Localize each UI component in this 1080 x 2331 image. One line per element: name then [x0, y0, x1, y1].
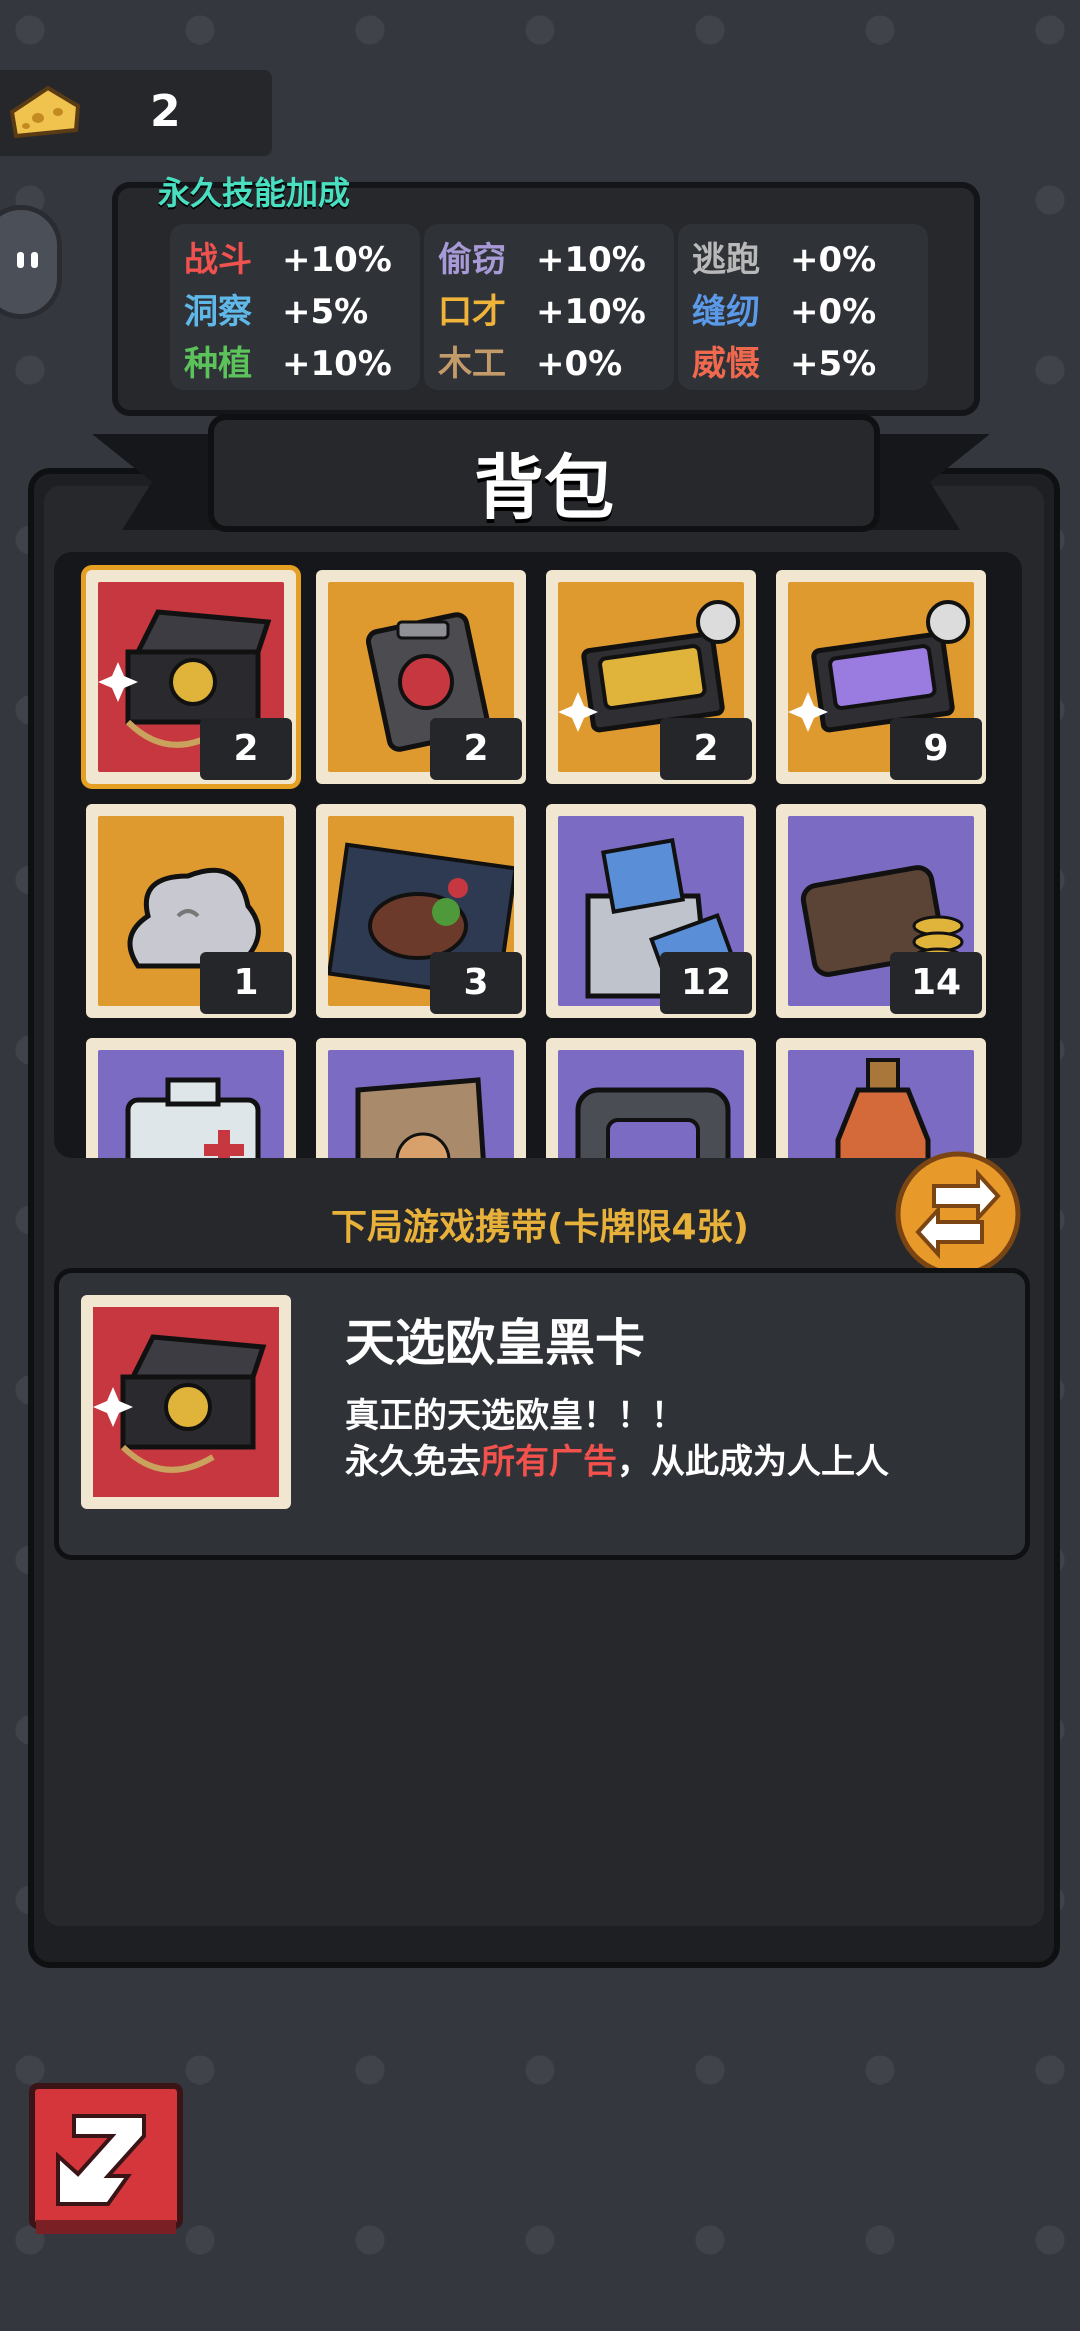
cheese-icon	[8, 82, 82, 142]
detail-item-card	[81, 1295, 291, 1509]
case-icon	[558, 1050, 744, 1158]
skill-bonus-title: 永久技能加成	[158, 174, 351, 212]
item-card-black-card[interactable]: 2	[86, 570, 296, 784]
item-count: 9	[890, 718, 982, 780]
swap-icon	[895, 1151, 1021, 1277]
item-card-pillow[interactable]: 1	[86, 804, 296, 1018]
item-count: 12	[660, 952, 752, 1014]
back-arrow-icon	[29, 2083, 183, 2234]
mouse-face-icon	[15, 250, 41, 270]
skill-name: 缝纫	[692, 292, 760, 332]
paper-bag-icon	[328, 1050, 514, 1158]
skill-row: 战斗 +10%	[184, 232, 392, 282]
skill-row: 偷窃 +10%	[438, 232, 646, 282]
item-count: 14	[890, 952, 982, 1014]
item-card-gold-box[interactable]: 2	[546, 570, 756, 784]
bag-title: 背包	[474, 447, 614, 529]
skill-name: 偷窃	[438, 240, 506, 280]
skill-name: 洞察	[184, 292, 252, 332]
skill-value: +0%	[790, 292, 877, 332]
detail-desc-line1: 真正的天选欧皇！！！	[345, 1396, 685, 1436]
item-card-pack[interactable]: 2	[316, 570, 526, 784]
item-grid[interactable]: 2 2 2 9 1 3 12 14	[54, 552, 1022, 1158]
skill-column-1: 战斗 +10% 洞察 +5% 种植 +10%	[170, 224, 420, 390]
skill-name: 威慑	[692, 344, 760, 384]
desc-highlight: 所有广告	[481, 1442, 617, 1482]
item-card-wallet[interactable]: 14	[776, 804, 986, 1018]
item-card-purple-box[interactable]: 9	[776, 570, 986, 784]
swap-button[interactable]	[894, 1150, 1022, 1278]
skill-row: 洞察 +5%	[184, 284, 368, 334]
skill-bonus-panel: 永久技能加成 战斗 +10% 洞察 +5% 种植 +10% 偷窃 +10% 口才 +10%…	[112, 174, 980, 416]
item-card-paper-bag[interactable]	[316, 1038, 526, 1158]
bottle-icon	[788, 1050, 974, 1158]
detail-desc-line2: 永久免去所有广告，从此成为人上人	[345, 1439, 889, 1485]
medkit-icon	[98, 1050, 284, 1158]
detail-item-name: 天选欧皇黑卡	[345, 1314, 645, 1372]
skill-value: +10%	[536, 292, 646, 332]
desc-text: ，从此成为人上人	[617, 1442, 889, 1482]
side-menu-button[interactable]	[0, 205, 62, 319]
desc-text: 永久免去	[345, 1442, 481, 1482]
skill-name: 种植	[184, 344, 252, 384]
skill-value: +10%	[536, 240, 646, 280]
skill-name: 木工	[438, 344, 506, 384]
item-card-bottle[interactable]	[776, 1038, 986, 1158]
skill-row: 口才 +10%	[438, 284, 646, 334]
cheese-count: 2	[150, 86, 181, 137]
item-count: 1	[200, 952, 292, 1014]
skill-row: 木工 +0%	[438, 336, 622, 386]
item-count: 2	[660, 718, 752, 780]
item-card-cash-bag[interactable]: 12	[546, 804, 756, 1018]
item-detail-panel: 天选欧皇黑卡 真正的天选欧皇！！！ 永久免去所有广告，从此成为人上人	[54, 1268, 1030, 1560]
item-card-case[interactable]	[546, 1038, 756, 1158]
skill-value: +10%	[282, 344, 392, 384]
skill-value: +5%	[790, 344, 877, 384]
skill-row: 逃跑 +0%	[692, 232, 876, 282]
back-button[interactable]	[28, 2082, 184, 2238]
skill-column-2: 偷窃 +10% 口才 +10% 木工 +0%	[424, 224, 674, 390]
skill-column-3: 逃跑 +0% 缝纫 +0% 威慑 +5%	[678, 224, 928, 390]
item-count: 2	[430, 718, 522, 780]
cheese-counter: 2	[0, 70, 272, 156]
item-card-medkit[interactable]	[86, 1038, 296, 1158]
skill-row: 种植 +10%	[184, 336, 392, 386]
bag-title-banner: 背包	[208, 414, 880, 532]
skill-value: +10%	[282, 240, 392, 280]
skill-row: 威慑 +5%	[692, 336, 876, 386]
skill-value: +0%	[536, 344, 623, 384]
skill-row: 缝纫 +0%	[692, 284, 876, 334]
skill-name: 口才	[438, 292, 506, 332]
item-count: 2	[200, 718, 292, 780]
skill-name: 逃跑	[692, 240, 760, 280]
item-card-steak[interactable]: 3	[316, 804, 526, 1018]
detail-item-description: 真正的天选欧皇！！！ 永久免去所有广告，从此成为人上人	[345, 1393, 889, 1485]
skill-value: +0%	[790, 240, 877, 280]
item-count: 3	[430, 952, 522, 1014]
skill-name: 战斗	[184, 240, 252, 280]
black-card-box-icon	[93, 1307, 279, 1497]
skill-value: +5%	[282, 292, 369, 332]
